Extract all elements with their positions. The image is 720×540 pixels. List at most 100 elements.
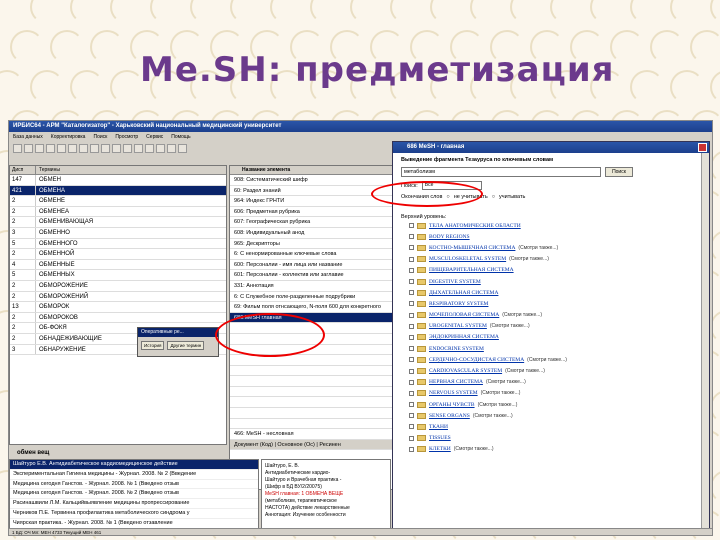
toolbar-button-icon[interactable]: [79, 144, 88, 153]
toolbar-button-icon[interactable]: [167, 144, 176, 153]
radio-consider-icon[interactable]: ○: [492, 194, 495, 200]
list-item[interactable]: 601: Персоналии - коллектив или заглавие: [230, 270, 393, 281]
toolbar-button-icon[interactable]: [134, 144, 143, 153]
table-row[interactable]: 3 ОБМЕННО: [10, 227, 226, 239]
list-item[interactable]: 608: Индивидуальный анод: [230, 228, 393, 239]
list-item[interactable]: [230, 376, 393, 387]
checkbox-icon[interactable]: [409, 357, 414, 363]
result-row[interactable]: Расинашвили Л.М. Кальцийвыявление медици…: [10, 499, 258, 509]
tree-item-label[interactable]: ТЕЛА АНАТОМИЧЕСКИЕ ОБЛАСТИ: [429, 223, 521, 229]
menu-item[interactable]: Сервис: [146, 132, 163, 142]
other-terms-button[interactable]: Другие термин: [167, 341, 205, 350]
table-row[interactable]: 2 ОБМОРОЖЕНИЙ: [10, 291, 226, 303]
list-item[interactable]: [230, 387, 393, 398]
checkbox-icon[interactable]: [409, 256, 414, 262]
see-also-link[interactable]: (Смотри также...): [478, 402, 518, 408]
list-item[interactable]: [230, 419, 393, 430]
toolbar-button-icon[interactable]: [101, 144, 110, 153]
see-also-link[interactable]: (Смотри также...): [473, 413, 513, 419]
toolbar-button-icon[interactable]: [57, 144, 66, 153]
menu-item[interactable]: Просмотр: [115, 132, 138, 142]
tree-item[interactable]: CARDIOVASCULAR SYSTEM (Смотри также...): [401, 365, 701, 376]
list-item[interactable]: [230, 397, 393, 409]
tree-item[interactable]: BODY REGIONS: [401, 231, 701, 242]
table-row[interactable]: 5 ОБМЕННОГО: [10, 238, 226, 250]
tree-item[interactable]: МОЧЕПОЛОВАЯ СИСТЕМА (Смотри также...): [401, 310, 701, 321]
list-item[interactable]: 60: Раздел знаний: [230, 186, 393, 197]
tree-item-label[interactable]: RESPIRATORY SYSTEM: [429, 301, 488, 307]
tree-item[interactable]: SENSE ORGANS (Смотри также...): [401, 410, 701, 421]
tree-item-label[interactable]: ПИЩЕВАРИТЕЛЬНАЯ СИСТЕМА: [429, 267, 514, 273]
toolbar-button-icon[interactable]: [156, 144, 165, 153]
table-row[interactable]: 13 ОБМОРОК: [10, 302, 226, 313]
list-item[interactable]: 607: Географическая рубрика: [230, 217, 393, 228]
see-also-link[interactable]: (Смотри также...): [454, 446, 494, 452]
tree-item-label[interactable]: ДЫХАТЕЛЬНАЯ СИСТЕМА: [429, 290, 498, 296]
see-also-link[interactable]: (Смотри также...): [486, 379, 526, 385]
tree-item[interactable]: TISSUES: [401, 433, 701, 444]
result-row[interactable]: Шайтуро Е.В. Антидиабетическое кардиомед…: [10, 460, 258, 470]
tree-item-label[interactable]: НЕРВНАЯ СИСТЕМА: [429, 379, 483, 385]
checkbox-icon[interactable]: [409, 234, 414, 240]
checkbox-icon[interactable]: [409, 346, 414, 352]
menu-item[interactable]: Поиск: [93, 132, 107, 142]
checkbox-icon[interactable]: [409, 424, 414, 430]
toolbar-button-icon[interactable]: [13, 144, 22, 153]
table-row[interactable]: 2 ОБМОРОКОВ: [10, 312, 226, 324]
tree-item-label[interactable]: ЭНДОКРИННАЯ СИСТЕМА: [429, 334, 499, 340]
tree-item-label[interactable]: TISSUES: [429, 435, 451, 441]
table-row[interactable]: 2 ОБМЕНИВАЮЩАЯ: [10, 217, 226, 228]
tree-item-label[interactable]: ОРГАНЫ ЧУВСТВ: [429, 402, 475, 408]
ending-option-consider[interactable]: учитывать: [499, 194, 525, 200]
tree-item-label[interactable]: CARDIOVASCULAR SYSTEM: [429, 368, 502, 374]
result-row[interactable]: Экспериментальная Гигиена медицины - Жур…: [10, 470, 258, 480]
toolbar-button-icon[interactable]: [123, 144, 132, 153]
tree-item-label[interactable]: ENDOCRINE SYSTEM: [429, 346, 484, 352]
table-row[interactable]: 5 ОБМЕННЫХ: [10, 270, 226, 281]
tree-item-label[interactable]: BODY REGIONS: [429, 234, 470, 240]
tree-item-label[interactable]: СЕРДЕЧНО-СОСУДИСТАЯ СИСТЕМА: [429, 357, 524, 363]
list-item[interactable]: [230, 366, 393, 377]
list-item[interactable]: [230, 355, 393, 366]
checkbox-icon[interactable]: [409, 446, 414, 452]
tree-item[interactable]: UROGENITAL SYSTEM (Смотри также...): [401, 321, 701, 332]
tree-item-label[interactable]: MUSCULOSKELETAL SYSTEM: [429, 256, 506, 262]
checkbox-icon[interactable]: [409, 379, 414, 385]
checkbox-icon[interactable]: [409, 312, 414, 318]
toolbar-button-icon[interactable]: [46, 144, 55, 153]
tree-item-label[interactable]: SENSE ORGANS: [429, 413, 470, 419]
result-row[interactable]: Медицина сегодня Ганстов. - Журнал. 2008…: [10, 489, 258, 500]
search-input[interactable]: метаболизм: [401, 167, 601, 177]
menu-item[interactable]: База данных: [13, 132, 43, 142]
checkbox-icon[interactable]: [409, 267, 414, 273]
column-header-terms[interactable]: Термины: [36, 166, 60, 174]
table-row[interactable]: 147 ОБМЕН: [10, 175, 226, 186]
table-row[interactable]: 2 ОБМОРОЖЕНИЕ: [10, 280, 226, 292]
list-item[interactable]: 6: С ненормированные ключевые слова: [230, 249, 393, 260]
tree-item[interactable]: ЭНДОКРИННАЯ СИСТЕМА: [401, 332, 701, 343]
checkbox-icon[interactable]: [409, 435, 414, 441]
tree-item[interactable]: НЕРВНАЯ СИСТЕМА (Смотри также...): [401, 377, 701, 388]
list-item[interactable]: 6: С Служебное поле-разделенные подрубри…: [230, 292, 393, 303]
see-also-link[interactable]: (Смотри также...): [527, 357, 567, 363]
tree-item[interactable]: КОСТНО-МЫШЕЧНАЯ СИСТЕМА (Смотри также...): [401, 242, 701, 253]
checkbox-icon[interactable]: [409, 390, 414, 396]
list-item[interactable]: 606: Предметная рубрика: [230, 207, 393, 218]
tree-item-label[interactable]: КЛЕТКИ: [429, 446, 451, 452]
close-icon[interactable]: [698, 143, 707, 152]
checkbox-icon[interactable]: [409, 334, 414, 340]
toolbar-button-icon[interactable]: [68, 144, 77, 153]
result-row[interactable]: Черников П.Е. Тервинна профилактика мета…: [10, 509, 258, 519]
checkbox-icon[interactable]: [409, 323, 414, 329]
see-also-link[interactable]: (Смотри также...): [518, 245, 558, 251]
toolbar-button-icon[interactable]: [112, 144, 121, 153]
checkbox-icon[interactable]: [409, 290, 414, 296]
menu-item[interactable]: Корректировка: [51, 132, 86, 142]
tree-item-label[interactable]: NERVOUS SYSTEM: [429, 390, 478, 396]
checkbox-icon[interactable]: [409, 301, 414, 307]
list-item[interactable]: 331: Аннотация: [230, 281, 393, 292]
checkbox-icon[interactable]: [409, 368, 414, 374]
checkbox-icon[interactable]: [409, 413, 414, 419]
toolbar-button-icon[interactable]: [90, 144, 99, 153]
panel-tabs[interactable]: Документ (Код) | Основное (Ос) | Ресинен: [230, 439, 393, 451]
